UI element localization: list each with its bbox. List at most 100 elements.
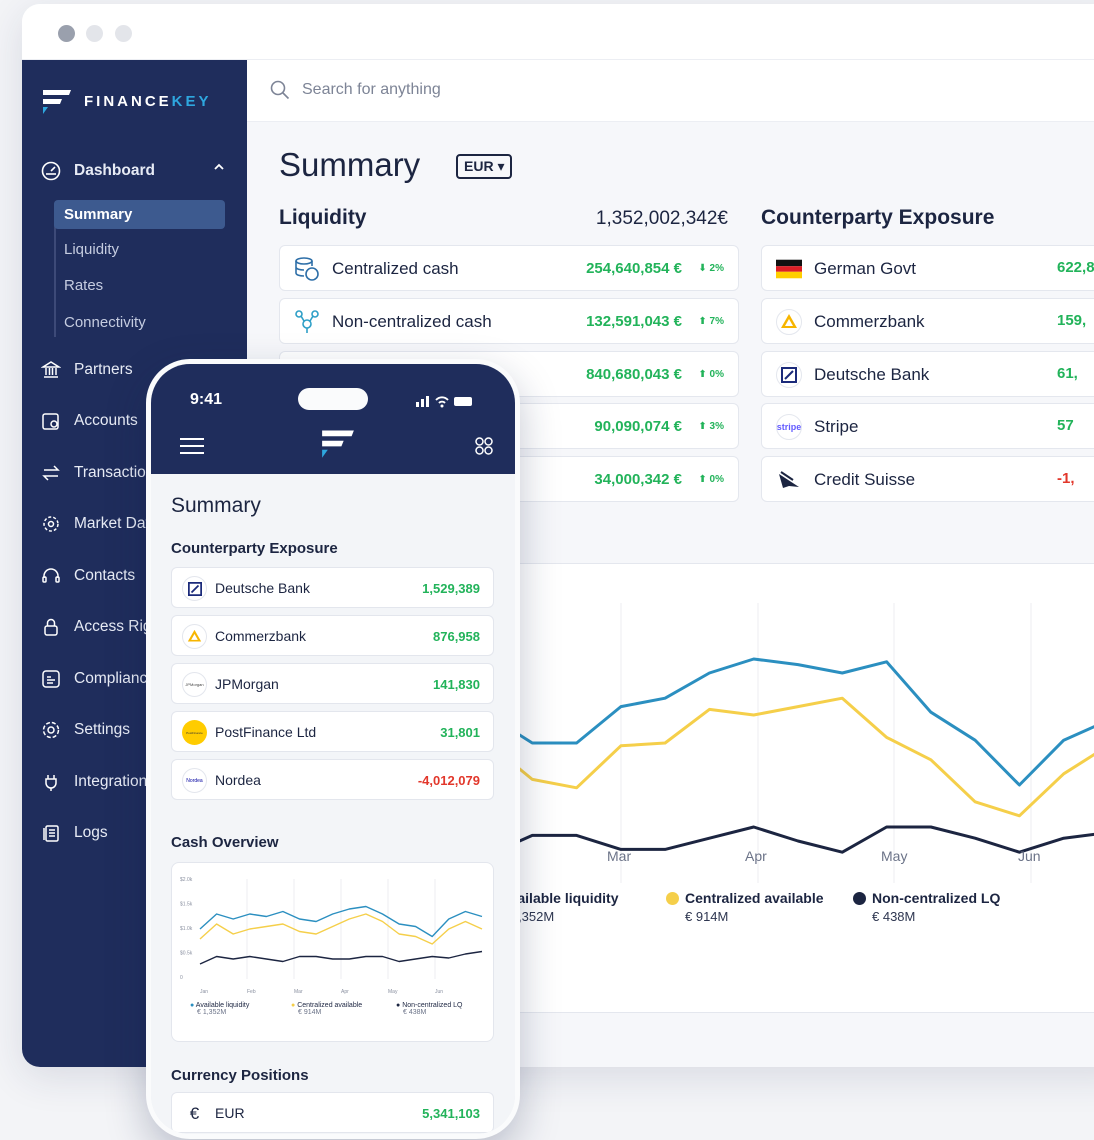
nav-compliance[interactable]: Compliance [40,666,156,692]
exposure-row[interactable]: German Govt 622,8 [761,245,1094,291]
mini-x-tick: Feb [247,989,256,995]
nav-accounts[interactable]: Accounts [40,408,138,434]
mini-x-tick: May [388,989,398,995]
legend-dot [853,892,866,905]
currency-label: EUR [215,1105,245,1121]
phone-exposure-value: 31,801 [440,725,480,740]
phone-exposure-label: PostFinance Ltd [215,724,317,740]
app-logo[interactable]: FINANCEKEY [42,86,212,116]
nav-dashboard[interactable]: Dashboard [40,158,155,184]
subnav-summary[interactable]: Summary [54,200,225,229]
exposure-value: 622,8 [1057,259,1094,276]
mini-line-chart: $2.0k $1.5k $1.0k $0.5k 0 Jan Feb Mar Apr May Jun [180,877,483,995]
search-input[interactable]: Search for anything [302,81,441,99]
series-line-non-centralized-lq [488,825,1094,857]
database-coins-icon [294,256,320,282]
series-line-centralized-available [488,696,1094,818]
phone-exposure-value: 1,529,389 [422,581,480,596]
liquidity-value: 840,680,043 € [586,366,682,383]
window-maximize-dot[interactable] [115,25,132,42]
nav-label: Accounts [74,412,138,429]
gear-icon [40,719,62,741]
exposure-row[interactable]: Commerzbank 159, [761,298,1094,344]
exposure-label: Commerzbank [814,312,925,331]
exposure-label: German Govt [814,259,917,278]
currency-value: 5,341,103 [422,1106,480,1121]
market-data-icon [40,513,62,535]
legend-item[interactable]: Non-centralized LQ € 438M [853,890,1000,924]
chevron-up-icon[interactable] [212,160,226,174]
phone-exposure-row[interactable]: JPMorgan JPMorgan 141,830 [171,663,494,704]
stripe-logo-icon: stripe [776,414,802,440]
headset-icon [40,565,62,587]
commerzbank-logo-icon [776,309,802,335]
stage: FINANCEKEY Dashboard Summary Liquidity R… [0,0,1094,1140]
commerzbank-logo-icon [182,624,207,649]
logs-icon [40,822,62,844]
liquidity-change: ⬆ 7% [698,316,724,327]
financekey-logo-icon [42,86,72,116]
exposure-value: 61, [1057,365,1078,382]
phone-exposure-row[interactable]: Nordea Nordea -4,012,079 [171,759,494,800]
subnav-connectivity[interactable]: Connectivity [54,308,225,337]
legend-label: Non-centralized LQ [872,890,1001,906]
mini-legend-sub: € 914M [298,1009,322,1016]
liquidity-value: 254,640,854 € [586,260,682,277]
legend-sub: € 438M [872,909,916,924]
nav-partners[interactable]: Partners [40,357,133,383]
phone-exposure-row[interactable]: Deutsche Bank 1,529,389 [171,567,494,608]
nav-market-data[interactable]: Market Data [40,511,158,537]
exposure-value: -1, [1057,470,1075,487]
window-minimize-dot[interactable] [86,25,103,42]
subnav-liquidity[interactable]: Liquidity [54,235,225,264]
mini-chart-card: $2.0k $1.5k $1.0k $0.5k 0 Jan Feb Mar Apr May Jun … [171,862,494,1042]
phone-mockup: 9:41 Summary Counterparty Exposure Deuts… [146,359,520,1139]
search-icon [270,80,290,105]
nav-contacts[interactable]: Contacts [40,563,135,589]
postfinance-logo-icon: PostFinance [182,720,207,745]
grid-apps-icon[interactable] [475,437,493,460]
phone-exposure-row[interactable]: PostFinance PostFinance Ltd 31,801 [171,711,494,752]
phone-exposure-heading: Counterparty Exposure [171,540,338,557]
legend-dot [666,892,679,905]
accounts-icon [40,410,62,432]
mini-legend-label: Non-centralized LQ [402,1002,463,1009]
nav-settings[interactable]: Settings [40,717,130,743]
search-bar[interactable]: Search for anything [247,60,1094,122]
liquidity-row[interactable]: Non-centralized cash 132,591,043 € ⬆ 7% [279,298,739,344]
liquidity-label: Non-centralized cash [332,312,492,331]
mini-x-tick: Jun [435,989,443,995]
x-tick-label: Jun [1018,848,1041,864]
transfer-arrows-icon [40,462,62,484]
mini-y-tick: 0 [180,975,183,981]
phone-currency-heading: Currency Positions [171,1067,309,1084]
exposure-row[interactable]: Deutsche Bank 61, [761,351,1094,397]
nav-logs[interactable]: Logs [40,820,108,846]
mini-legend-label: Centralized available [297,1002,363,1009]
x-tick-label: May [881,848,908,864]
x-tick-label: Apr [745,848,767,864]
phone-page-title: Summary [171,494,261,517]
mini-legend-label: Available liquidity [195,1002,250,1009]
hamburger-menu-icon[interactable] [179,436,205,461]
signal-wifi-battery-icon [416,394,476,413]
liquidity-row[interactable]: Centralized cash 254,640,854 € ⬇ 2% [279,245,739,291]
nav-transactions[interactable]: Transactions [40,460,162,486]
phone-exposure-row[interactable]: Commerzbank 876,958 [171,615,494,656]
mini-y-tick: $0.5k [180,951,193,957]
nav-label: Logs [74,824,108,841]
x-tick-label: Mar [607,848,632,864]
window-close-dot[interactable] [58,25,75,42]
liquidity-change: ⬇ 2% [698,263,724,274]
exposure-row[interactable]: Credit Suisse -1, [761,456,1094,502]
legend-item[interactable]: Centralized available € 914M [666,890,824,924]
currency-row[interactable]: € EUR 5,341,103 [171,1092,494,1133]
exposure-row[interactable]: stripe Stripe 57 [761,403,1094,449]
subnav-rates[interactable]: Rates [54,271,225,300]
phone-exposure-label: JPMorgan [215,676,279,692]
liquidity-change: ⬆ 3% [698,421,724,432]
credit-suisse-logo-icon [776,467,802,493]
compliance-icon [40,668,62,690]
nav-integrations[interactable]: Integrations [40,769,155,795]
currency-select[interactable]: EUR ▾ [456,154,513,179]
